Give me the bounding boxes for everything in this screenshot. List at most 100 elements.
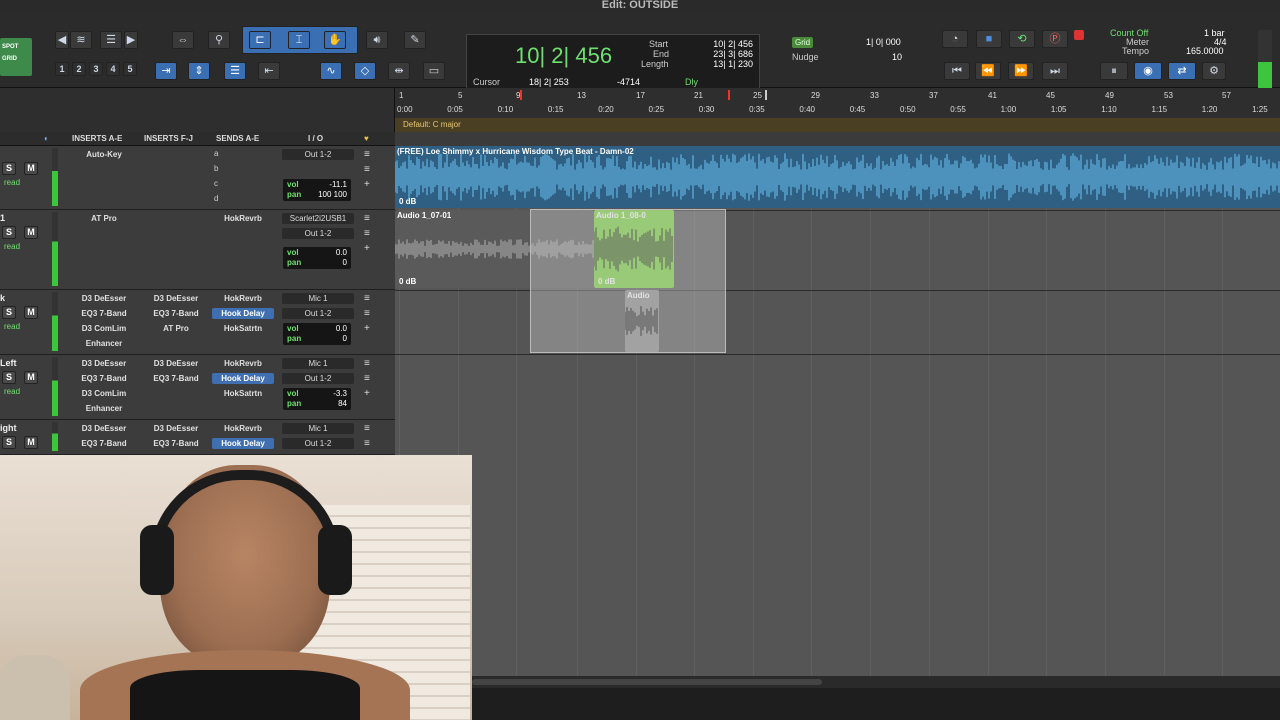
mixer-zoom-icon[interactable]: ☰	[100, 31, 122, 49]
pencil-icon[interactable]: ✎	[404, 31, 426, 49]
edit-mode-selector[interactable]: SPOT GRID	[0, 38, 32, 76]
end-value[interactable]: 23| 3| 686	[693, 49, 753, 59]
add-icon[interactable]: +	[364, 179, 370, 190]
rewind-icon[interactable]: ⏪	[975, 62, 1001, 80]
mute-button[interactable]: M	[24, 436, 38, 449]
zoom-preset-3[interactable]: 3	[89, 62, 103, 76]
window-icon[interactable]: ▭	[423, 62, 445, 80]
magnify-icon[interactable]: ⚲	[208, 31, 230, 49]
zoom-preset-1[interactable]: 1	[55, 62, 69, 76]
conductor-icon[interactable]: ⇄	[1168, 62, 1196, 80]
pan-value[interactable]: 100 100	[318, 190, 347, 199]
send-slot[interactable]: Hook Delay	[212, 308, 274, 319]
link-icon[interactable]: ⇥	[155, 62, 177, 80]
io-selector[interactable]: Mic 1	[282, 423, 354, 434]
mute-button[interactable]: M	[24, 371, 38, 384]
prev-icon[interactable]: ◀	[55, 31, 69, 49]
tab-transient-icon[interactable]: ☰	[224, 62, 246, 80]
menu-icon[interactable]: ≡	[364, 164, 370, 175]
send-slot[interactable]: HokSatrtn	[212, 323, 274, 334]
stop-icon[interactable]: ■	[976, 30, 1002, 48]
zoom-preset-2[interactable]: 2	[72, 62, 86, 76]
record-button[interactable]	[1074, 30, 1084, 40]
prerecord-icon[interactable]: Ⓟ	[1042, 30, 1068, 48]
menu-icon[interactable]: ≡	[364, 373, 370, 384]
automation-mode[interactable]: read	[4, 242, 20, 251]
grid-value[interactable]: 1| 0| 000	[866, 37, 901, 47]
automation-mode[interactable]: read	[4, 387, 20, 396]
tempo-value[interactable]: 165.0000	[1186, 46, 1224, 56]
beat-clip[interactable]: (FREE) Loe Shimmy x Hurricane Wisdom Typ…	[395, 146, 1280, 208]
io-selector[interactable]: Mic 1	[282, 293, 354, 304]
speaker-icon[interactable]: 🔊︎	[366, 31, 388, 49]
zoom-preset-4[interactable]: 4	[106, 62, 120, 76]
menu-icon[interactable]: ≡	[364, 358, 370, 369]
pan-value[interactable]: 0	[343, 258, 347, 267]
scroll-thumb[interactable]	[472, 679, 822, 685]
insert-slot[interactable]: D3 ComLim	[70, 388, 138, 399]
zoom-preset-5[interactable]: 5	[123, 62, 137, 76]
send-slot[interactable]: Hook Delay	[212, 438, 274, 449]
insert-slot[interactable]: EQ3 7-Band	[142, 373, 210, 384]
menu-icon[interactable]: ≡	[364, 423, 370, 434]
insertion-follows-icon[interactable]: ⇕	[188, 62, 210, 80]
selection-range[interactable]	[530, 209, 726, 353]
insert-slot[interactable]: D3 DeEsser	[70, 423, 138, 434]
automation-mode[interactable]: read	[4, 322, 20, 331]
playhead-marker[interactable]	[765, 90, 767, 100]
add-icon[interactable]: +	[364, 388, 370, 399]
click-icon[interactable]: ◉	[1134, 62, 1162, 80]
mute-button[interactable]: M	[24, 306, 38, 319]
automation-mode[interactable]: read	[4, 178, 20, 187]
send-slot[interactable]: HokRevrb	[212, 423, 274, 434]
volume-pan-display[interactable]: vol -11.1 pan 100 100	[283, 179, 351, 201]
insert-slot[interactable]: EQ3 7-Band	[70, 308, 138, 319]
fast-forward-icon[interactable]: ⏩	[1008, 62, 1034, 80]
length-value[interactable]: 13| 1| 230	[693, 59, 753, 69]
insert-slot[interactable]: EQ3 7-Band	[70, 438, 138, 449]
insert-slot[interactable]: Auto-Key	[70, 149, 138, 160]
track-name[interactable]: Left	[0, 358, 17, 368]
volume-pan-display[interactable]: vol 0.0 pan 0	[283, 323, 351, 345]
menu-icon[interactable]: ≡	[364, 228, 370, 239]
solo-button[interactable]: S	[2, 371, 16, 384]
io-selector[interactable]: Mic 1	[282, 358, 354, 369]
pan-value[interactable]: 0	[343, 334, 347, 343]
io-selector[interactable]: Out 1-2	[282, 438, 354, 449]
selector-tool-icon[interactable]: ⌶	[288, 31, 310, 49]
insert-slot[interactable]: AT Pro	[142, 323, 210, 334]
main-counter[interactable]: 10| 2| 456 Start End Length 10| 2| 456 2…	[466, 34, 760, 92]
insert-slot[interactable]: D3 DeEsser	[142, 358, 210, 369]
next-icon[interactable]: ▶	[124, 31, 138, 49]
horizontal-scrollbar[interactable]	[472, 676, 1280, 688]
clip-gain[interactable]: 0 dB	[399, 277, 416, 286]
solo-button[interactable]: S	[2, 162, 16, 175]
io-selector[interactable]: Out 1-2	[282, 308, 354, 319]
column-view-icon[interactable]: ◐	[44, 134, 49, 143]
send-slot[interactable]: HokRevrb	[212, 293, 274, 304]
send-slot[interactable]: a	[214, 149, 218, 158]
add-icon[interactable]: +	[364, 243, 370, 254]
mute-button[interactable]: M	[24, 162, 38, 175]
mute-button[interactable]: M	[24, 226, 38, 239]
io-selector[interactable]: Out 1-2	[282, 373, 354, 384]
menu-icon[interactable]: ≡	[364, 438, 370, 449]
send-slot[interactable]: b	[214, 164, 218, 173]
volume-value[interactable]: 0.0	[336, 324, 347, 333]
insert-slot[interactable]: EQ3 7-Band	[70, 373, 138, 384]
waveform-zoom-icon[interactable]: ≋	[70, 31, 92, 49]
insert-slot[interactable]: Enhancer	[70, 403, 138, 414]
start-value[interactable]: 10| 2| 456	[693, 39, 753, 49]
delay-toggle[interactable]: Dly	[685, 77, 698, 87]
loop-marker[interactable]	[520, 90, 522, 100]
track-name[interactable]: k	[0, 293, 5, 303]
crossfade-icon[interactable]: ⇹	[388, 62, 410, 80]
loop-icon[interactable]: ⟲	[1009, 30, 1035, 48]
insert-slot[interactable]: D3 DeEsser	[70, 358, 138, 369]
solo-button[interactable]: S	[2, 436, 16, 449]
insert-slot[interactable]: D3 DeEsser	[70, 293, 138, 304]
zoomer-icon[interactable]: ⇔	[172, 31, 194, 49]
mirror-icon[interactable]: ◇	[354, 62, 376, 80]
insert-slot[interactable]: D3 DeEsser	[142, 293, 210, 304]
send-slot[interactable]: HokRevrb	[212, 358, 274, 369]
